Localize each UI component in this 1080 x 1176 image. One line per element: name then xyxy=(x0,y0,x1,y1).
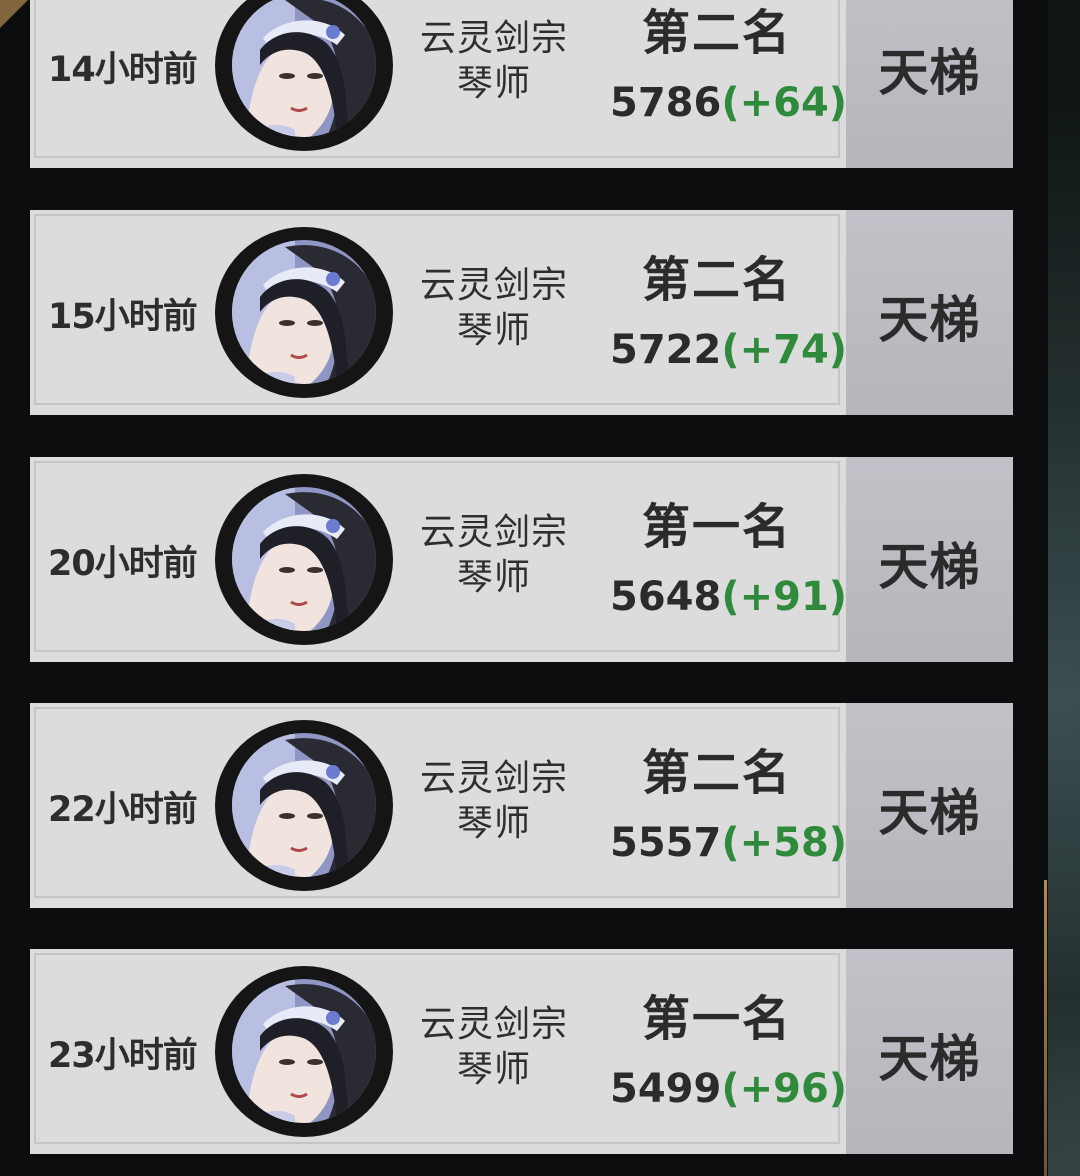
match-record-row[interactable]: 20小时前 云灵剑宗 琴师 第一名 5648(+91) 天梯 xyxy=(30,457,1013,662)
match-time: 23小时前 xyxy=(48,1036,198,1076)
mode-label: 天梯 xyxy=(878,538,981,596)
panel-corner-ornament xyxy=(0,0,28,28)
mode-label: 天梯 xyxy=(878,291,981,349)
match-record-row[interactable]: 22小时前 云灵剑宗 琴师 第二名 5557(+58) 天梯 xyxy=(30,703,1013,908)
score-line: 5722(+74) xyxy=(610,327,847,373)
panel-gold-edge xyxy=(1044,880,1047,1176)
sect-name: 云灵剑宗 xyxy=(419,512,568,553)
score-line: 5557(+58) xyxy=(610,820,847,866)
mode-label: 天梯 xyxy=(878,1030,981,1088)
class-name: 琴师 xyxy=(456,803,531,844)
mode-tag: 天梯 xyxy=(846,949,1013,1154)
placement-rank: 第二名 xyxy=(641,745,792,801)
mode-label: 天梯 xyxy=(878,784,981,842)
sect-name: 云灵剑宗 xyxy=(419,758,568,799)
rating-change: (+96) xyxy=(721,1066,848,1112)
match-record-row[interactable]: 14小时前 云灵剑宗 琴师 第二名 5786(+64) 天梯 xyxy=(30,0,1013,168)
match-time: 15小时前 xyxy=(48,297,198,337)
match-record-row[interactable]: 15小时前 云灵剑宗 琴师 第二名 5722(+74) 天梯 xyxy=(30,210,1013,415)
mode-label: 天梯 xyxy=(878,44,981,102)
mode-tag: 天梯 xyxy=(846,457,1013,662)
rating-score: 5786 xyxy=(610,80,722,126)
placement-rank: 第二名 xyxy=(641,252,792,308)
mode-tag: 天梯 xyxy=(846,210,1013,415)
rating-change: (+91) xyxy=(721,574,848,620)
match-time: 20小时前 xyxy=(48,544,198,584)
rating-change: (+58) xyxy=(721,820,848,866)
rating-score: 5648 xyxy=(610,574,722,620)
placement-rank: 第一名 xyxy=(641,499,792,555)
mode-tag: 天梯 xyxy=(846,703,1013,908)
player-avatar[interactable] xyxy=(215,966,393,1137)
score-line: 5786(+64) xyxy=(610,80,847,126)
player-avatar[interactable] xyxy=(215,474,393,645)
rating-score: 5499 xyxy=(610,1066,722,1112)
sect-name: 云灵剑宗 xyxy=(419,1004,568,1045)
score-line: 5648(+91) xyxy=(610,574,847,620)
rating-change: (+64) xyxy=(721,80,848,126)
sect-name: 云灵剑宗 xyxy=(419,265,568,306)
sect-name: 云灵剑宗 xyxy=(419,18,568,59)
match-record-row[interactable]: 23小时前 云灵剑宗 琴师 第一名 5499(+96) 天梯 xyxy=(30,949,1013,1154)
class-name: 琴师 xyxy=(456,310,531,351)
rating-change: (+74) xyxy=(721,327,848,373)
class-name: 琴师 xyxy=(456,557,531,598)
class-name: 琴师 xyxy=(456,1049,531,1090)
score-line: 5499(+96) xyxy=(610,1066,847,1112)
placement-rank: 第二名 xyxy=(641,5,792,61)
class-name: 琴师 xyxy=(456,63,531,104)
player-avatar[interactable] xyxy=(215,227,393,398)
rating-score: 5722 xyxy=(610,327,722,373)
player-avatar[interactable] xyxy=(215,0,393,151)
placement-rank: 第一名 xyxy=(641,991,792,1047)
player-avatar[interactable] xyxy=(215,720,393,891)
rating-score: 5557 xyxy=(610,820,722,866)
mode-tag: 天梯 xyxy=(846,0,1013,168)
match-time: 14小时前 xyxy=(48,50,198,90)
match-time: 22小时前 xyxy=(48,790,198,830)
